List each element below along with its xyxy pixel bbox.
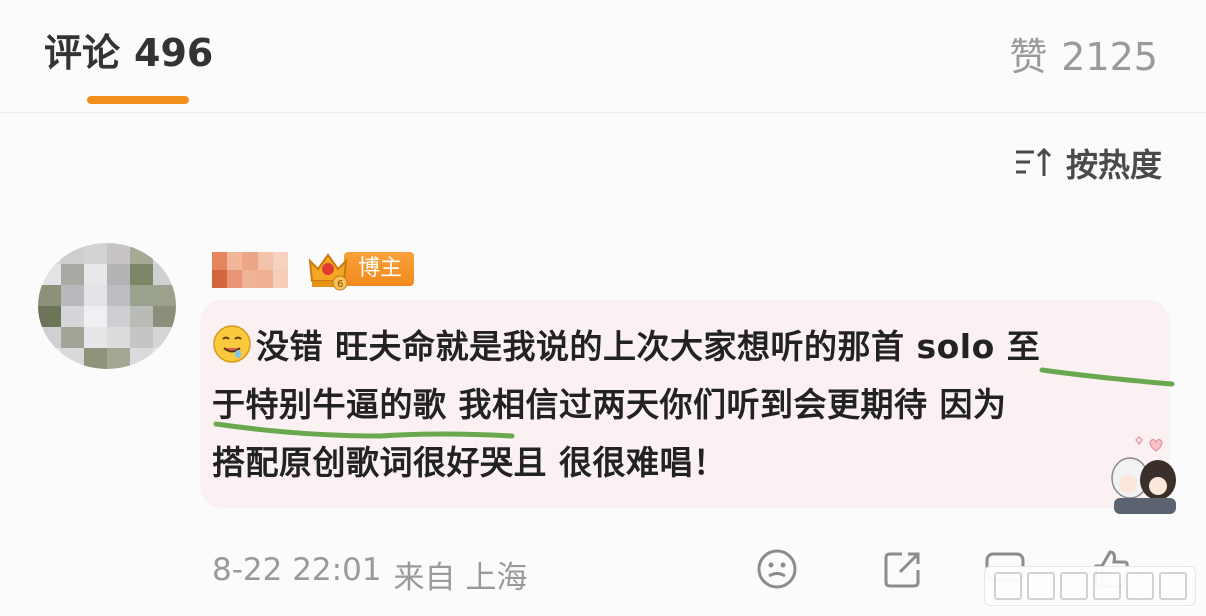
- comment-body: 没错 旺夫命就是我说的上次大家想听的那首 solo 至 于特别牛逼的歌 我相信过…: [212, 318, 1152, 492]
- svg-text:6: 6: [337, 279, 343, 290]
- smiley-face-icon: [757, 549, 797, 589]
- watermark-square-icon: [1092, 572, 1121, 600]
- anime-couple-sticker: [1111, 435, 1176, 514]
- reaction-button[interactable]: [756, 548, 798, 594]
- share-box-icon: [884, 552, 920, 588]
- comment-header: 评论 496 赞 2125: [0, 0, 1206, 113]
- watermark-square-icon: [1026, 572, 1055, 600]
- sort-lines-arrow-icon: [1015, 147, 1052, 176]
- username-blurred[interactable]: [212, 252, 288, 288]
- tab-likes-label: 赞: [1009, 35, 1048, 79]
- comment-text: 没错 旺夫命就是我说的上次大家想听的那首 solo 至 于特别牛逼的歌 我相信过…: [212, 327, 1041, 482]
- active-tab-indicator: [87, 96, 189, 104]
- tab-comments-count: 496: [134, 31, 214, 75]
- watermark-square-icon: [993, 572, 1022, 600]
- comment-screen: 评论 496 赞 2125 按热度 6 博主 没错 旺夫命就是我说的上次大家想听…: [0, 0, 1206, 616]
- watermark-square-icon: [1158, 572, 1187, 600]
- comment-time: 8-22 22:01: [212, 552, 382, 588]
- tab-likes-count: 2125: [1061, 35, 1158, 79]
- sort-label: 按热度: [1065, 146, 1162, 184]
- blogger-badge: 6 博主: [304, 248, 415, 291]
- comment-source: 来自 上海: [393, 560, 528, 596]
- avatar[interactable]: [38, 243, 176, 369]
- crown-level-6-icon: 6: [308, 253, 348, 291]
- watermark-overlay: [984, 566, 1196, 606]
- drooling-face-emoji: [213, 325, 251, 363]
- comment-meta: 8-22 22:01 来自 上海: [212, 552, 527, 597]
- blogger-badge-label: 博主: [344, 252, 415, 286]
- tab-comments[interactable]: 评论 496: [44, 22, 213, 77]
- sort-by-hot-button[interactable]: 按热度: [1014, 140, 1162, 186]
- watermark-square-icon: [1059, 572, 1088, 600]
- share-button[interactable]: [882, 548, 924, 594]
- tab-comments-label: 评论: [44, 31, 121, 75]
- watermark-square-icon: [1125, 572, 1154, 600]
- tab-likes[interactable]: 赞 2125: [1009, 26, 1158, 81]
